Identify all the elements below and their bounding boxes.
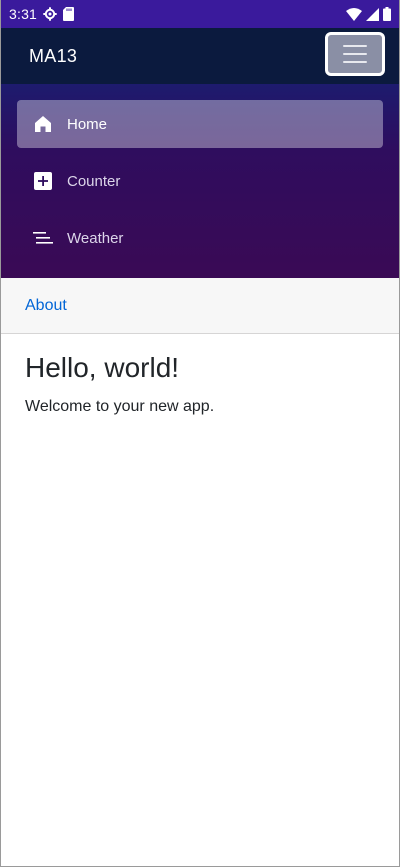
- wifi-icon: [346, 7, 362, 21]
- cellular-signal-icon: [366, 7, 379, 21]
- settings-gear-icon: [43, 7, 57, 21]
- nav-item-counter[interactable]: Counter: [17, 157, 383, 205]
- status-time: 3:31: [9, 6, 38, 22]
- top-app-bar: MA13: [1, 28, 399, 84]
- nav-item-label: Weather: [67, 229, 124, 247]
- hamburger-icon-line: [343, 61, 367, 63]
- app-title: MA13: [29, 45, 78, 66]
- about-link[interactable]: About: [25, 297, 67, 315]
- nav-item-label: Counter: [67, 172, 121, 190]
- home-icon: [33, 114, 53, 134]
- welcome-text: Welcome to your new app.: [25, 398, 215, 415]
- status-right: [346, 7, 391, 21]
- status-left: 3:31: [9, 6, 75, 22]
- nav-menu: Home Counter Weather: [1, 84, 399, 278]
- status-bar: 3:31: [1, 0, 399, 28]
- plus-icon: [33, 171, 53, 191]
- hamburger-icon-line: [343, 45, 367, 47]
- nav-item-label: Home: [67, 115, 108, 133]
- hamburger-icon-line: [343, 53, 367, 55]
- sd-card-icon: [63, 7, 75, 21]
- nav-item-home[interactable]: Home: [17, 100, 383, 148]
- battery-icon: [383, 7, 391, 21]
- nav-item-weather[interactable]: Weather: [17, 214, 383, 262]
- navbar-toggler-button[interactable]: [325, 32, 385, 76]
- page-title: Hello, world!: [25, 352, 180, 383]
- main-content: Hello, world! Welcome to your new app.: [1, 334, 399, 416]
- top-row: About: [1, 278, 399, 334]
- list-icon: [33, 228, 53, 248]
- app-window: 3:31 MA13 Home Counter Weather About Hel…: [0, 0, 400, 867]
